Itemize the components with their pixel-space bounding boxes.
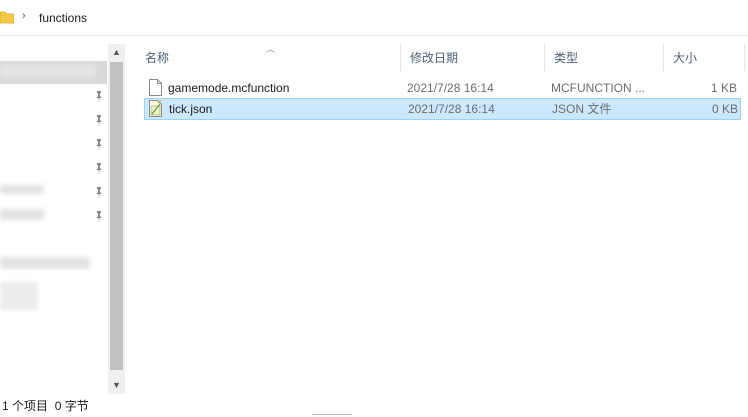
file-type: MCFUNCTION ... — [551, 81, 645, 95]
file-size: 0 KB — [711, 102, 738, 116]
file-date: 2021/7/28 16:14 — [408, 102, 495, 116]
scroll-up-icon[interactable]: ▲ — [108, 44, 125, 61]
status-divider — [312, 414, 352, 415]
scroll-thumb[interactable] — [110, 62, 123, 370]
nav-scrollbar[interactable]: ▲ ▼ — [108, 44, 125, 394]
json-file-icon — [149, 100, 162, 117]
column-header-size[interactable]: 大小 — [664, 44, 745, 71]
breadcrumb-chevron-icon[interactable]: › — [22, 10, 26, 22]
nav-item-blurred[interactable] — [0, 185, 44, 194]
status-bar: 1 个项目 0 字节 — [0, 394, 748, 417]
pin-icon[interactable] — [94, 91, 104, 103]
breadcrumb-functions[interactable]: functions — [39, 11, 87, 25]
file-date: 2021/7/28 16:14 — [407, 81, 494, 95]
pin-icon[interactable] — [94, 115, 104, 127]
address-bar[interactable]: › functions — [0, 0, 748, 36]
column-header-row: ︿ 名称 修改日期 类型 大小 — [136, 44, 748, 71]
column-header-date[interactable]: 修改日期 — [401, 44, 545, 71]
nav-item-blurred[interactable] — [0, 257, 90, 269]
pin-icon[interactable] — [94, 163, 104, 175]
pin-icon[interactable] — [94, 139, 104, 151]
file-name[interactable]: tick.json — [169, 98, 399, 120]
status-count-text: 1 个项目 — [2, 399, 49, 413]
file-size: 1 KB — [710, 81, 737, 95]
navigation-pane[interactable] — [0, 44, 125, 394]
pin-icon[interactable] — [94, 211, 104, 223]
nav-item-blurred[interactable] — [0, 209, 44, 220]
scroll-down-icon[interactable]: ▼ — [108, 377, 125, 394]
column-header-type[interactable]: 类型 — [545, 44, 664, 71]
file-list[interactable]: ︿ 名称 修改日期 类型 大小 gamemode.mcfunction 2021… — [136, 44, 748, 394]
blank-file-icon — [149, 79, 162, 96]
status-size-text: 0 字节 — [54, 399, 89, 413]
nav-item-blurred[interactable] — [0, 282, 38, 310]
nav-item-blurred[interactable] — [0, 64, 96, 78]
file-row[interactable]: gamemode.mcfunction 2021/7/28 16:14 MCFU… — [144, 77, 741, 99]
file-row-selected[interactable]: tick.json 2021/7/28 16:14 JSON 文件 0 KB — [144, 98, 741, 120]
folder-icon — [0, 11, 14, 24]
pin-icon[interactable] — [94, 187, 104, 199]
file-name[interactable]: gamemode.mcfunction — [168, 77, 398, 99]
file-type: JSON 文件 — [552, 102, 612, 116]
status-item-count: 1 个项目 0 字节 — [2, 397, 89, 414]
column-header-name[interactable]: 名称 — [136, 44, 401, 71]
